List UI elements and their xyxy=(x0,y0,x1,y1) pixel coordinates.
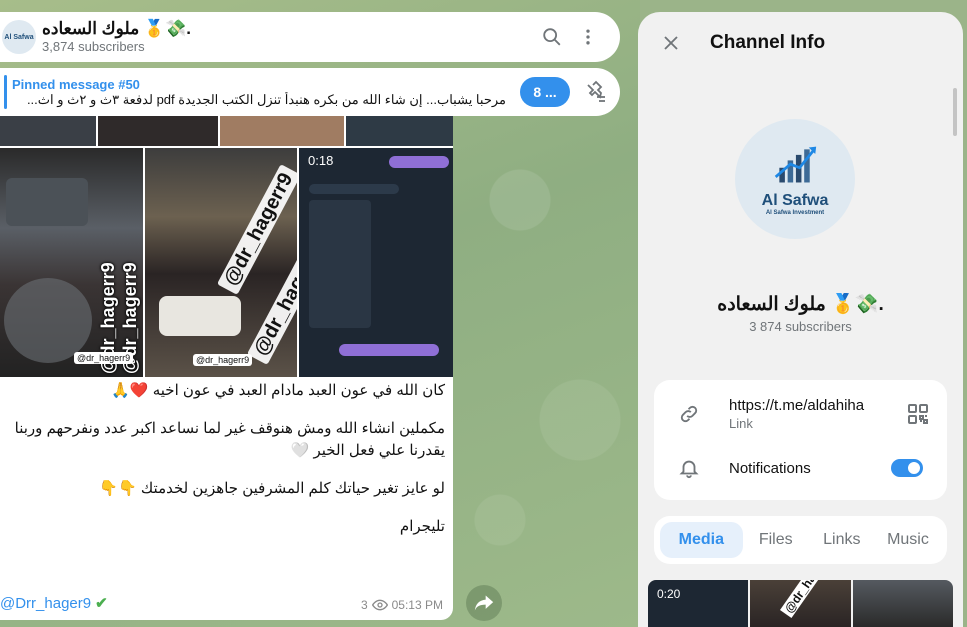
channel-subscribers: 3 874 subscribers xyxy=(749,319,852,334)
message-line: مكملين انشاء الله ومش هنوقف غير لما نساع… xyxy=(14,420,445,459)
signature-link[interactable]: @Drr_hager9 xyxy=(0,595,91,612)
chat-title-block[interactable]: ملوك السعاده 🥇💸. 3,874 subscribers xyxy=(42,19,534,55)
notifications-row[interactable]: Notifications xyxy=(654,448,947,488)
channel-details-card: https://t.me/aldahiha Link Notifications xyxy=(654,380,947,500)
album-video[interactable]: 0:18 xyxy=(299,148,453,377)
chat-title: ملوك السعاده 🥇💸. xyxy=(42,19,191,38)
watermark-tag: @dr_hagerr9 xyxy=(74,352,134,364)
wheel-shape xyxy=(4,278,92,363)
media-thumb[interactable] xyxy=(98,116,218,146)
qr-code-button[interactable] xyxy=(903,399,933,429)
car-shape xyxy=(159,296,241,336)
channel-name: ملوك السعاده 🥇💸. xyxy=(717,294,884,315)
chat-bubble-shape xyxy=(339,344,439,356)
forward-button[interactable] xyxy=(466,585,502,621)
shared-media-tabs: Media Files Links Music xyxy=(654,516,947,564)
link-icon xyxy=(680,405,698,423)
pinned-count-button[interactable]: 8 ... xyxy=(520,77,570,107)
qr-code-icon xyxy=(908,404,928,424)
scrollbar[interactable] xyxy=(953,88,957,136)
message-text: كان الله في عون العبد مادام العبد في عون… xyxy=(0,380,445,554)
link-row[interactable]: https://t.me/aldahiha Link xyxy=(654,394,947,434)
check-icon: ✔ xyxy=(95,595,108,612)
message-footer: @Drr_hager9 ✔ 3 05:13 PM xyxy=(0,594,453,616)
search-button[interactable] xyxy=(534,19,570,55)
chat-bubble-shape xyxy=(389,156,449,168)
tab-media[interactable]: Media xyxy=(660,522,743,558)
pinned-text: مرحبا يشباب... إن شاء الله من بكره هنبدأ… xyxy=(26,91,506,107)
channel-avatar-large[interactable]: Al Safwa Al Safwa Investment xyxy=(735,119,855,239)
tab-music[interactable]: Music xyxy=(875,522,941,558)
watermark: @dr_hagerr9 xyxy=(216,164,297,295)
logo-text: Al Safwa xyxy=(761,192,829,209)
watermark: @dr_hag xyxy=(780,580,825,619)
view-count: 3 xyxy=(360,598,368,612)
file-list-shape xyxy=(309,200,371,328)
media-thumb[interactable]: 0:20 xyxy=(648,580,749,627)
car-shape xyxy=(6,178,88,226)
media-top-row xyxy=(0,116,453,146)
media-thumb[interactable]: @dr_hag xyxy=(750,580,851,627)
watermark-tag: @dr_hagerr9 xyxy=(193,354,253,366)
forward-icon xyxy=(474,595,494,611)
chat-subscribers: 3,874 subscribers xyxy=(42,39,145,54)
eye-icon xyxy=(371,599,388,611)
chat-header[interactable]: Al Safwa ملوك السعاده 🥇💸. 3,874 subscrib… xyxy=(0,12,620,62)
pin-list-icon xyxy=(587,80,605,102)
logo-subtext: Al Safwa Investment xyxy=(765,210,825,216)
panel-title: Channel Info xyxy=(710,32,826,53)
video-duration: 0:20 xyxy=(657,587,681,601)
album-photo[interactable]: @dr_hagerr9 @dr_hagerr9 @dr_hagerr9 xyxy=(0,148,143,377)
bell-icon xyxy=(679,460,699,479)
notifications-toggle[interactable] xyxy=(891,459,923,477)
search-icon xyxy=(543,28,561,46)
pinned-list-button[interactable] xyxy=(580,76,612,108)
tab-files[interactable]: Files xyxy=(743,522,809,558)
link-label: Link xyxy=(729,416,753,431)
pinned-message-bar[interactable]: Pinned message #50 مرحبا يشباب... إن شاء… xyxy=(0,68,620,116)
channel-link[interactable]: https://t.me/aldahiha xyxy=(729,397,903,414)
media-thumb[interactable] xyxy=(346,116,453,146)
album-photo[interactable]: @dr_hagerr9 @dr_hagerr9 @dr_hagerr9 xyxy=(145,148,297,377)
growth-chart-icon xyxy=(774,146,817,183)
video-duration: 0:18 xyxy=(308,153,334,168)
pinned-title: Pinned message #50 xyxy=(12,76,140,92)
media-thumb[interactable] xyxy=(852,580,953,627)
message-time: 05:13 PM xyxy=(391,598,443,612)
message-line: تليجرام xyxy=(399,518,445,535)
chat-bubble-shape xyxy=(309,184,399,194)
avatar-label: Al Safwa xyxy=(4,33,34,41)
shared-media-grid: 0:20 @dr_hag xyxy=(648,580,953,627)
channel-avatar[interactable]: Al Safwa xyxy=(2,20,36,54)
more-button[interactable] xyxy=(570,19,606,55)
message-bubble[interactable]: @dr_hagerr9 @dr_hagerr9 @dr_hagerr9 @dr_… xyxy=(0,116,453,620)
tab-links[interactable]: Links xyxy=(809,522,875,558)
close-button[interactable] xyxy=(651,23,691,63)
media-album: @dr_hagerr9 @dr_hagerr9 @dr_hagerr9 @dr_… xyxy=(0,148,453,377)
channel-info-panel: Channel Info Al Safwa Al Safwa Investmen… xyxy=(638,12,963,627)
pinned-indicator xyxy=(4,75,7,109)
message-line: لو عايز تغير حياتك كلم المشرفين جاهزين ل… xyxy=(99,480,445,497)
notifications-label: Notifications xyxy=(729,459,811,477)
close-icon xyxy=(664,36,678,50)
more-vertical-icon xyxy=(586,29,590,45)
media-thumb[interactable] xyxy=(0,116,96,146)
message-line: كان الله في عون العبد مادام العبد في عون… xyxy=(111,382,445,399)
media-thumb[interactable] xyxy=(220,116,344,146)
